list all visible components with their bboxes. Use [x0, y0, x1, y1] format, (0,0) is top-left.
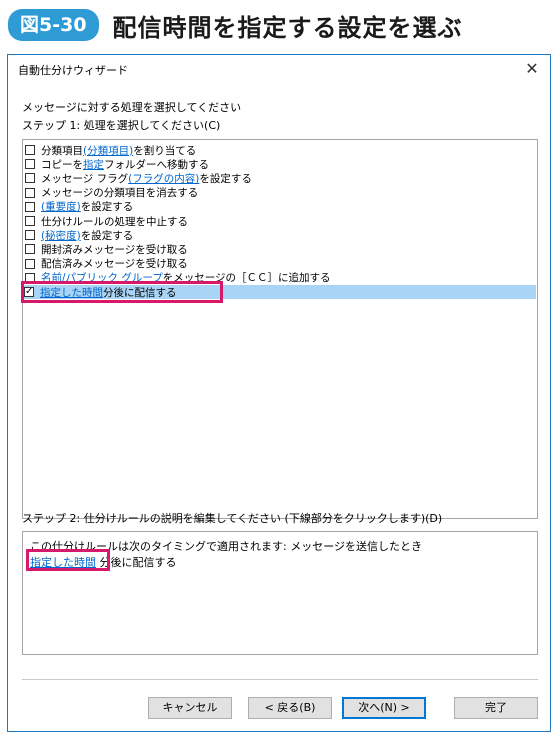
action-value-link[interactable]: (重要度): [41, 199, 81, 214]
figure-number-badge: 図5-30: [8, 9, 99, 41]
action-text: を割り当てる: [133, 144, 197, 157]
action-text: 開封済みメッセージを受け取る: [41, 243, 188, 256]
action-text: を設定する: [199, 172, 252, 185]
action-checkbox[interactable]: [25, 187, 35, 198]
action-checkbox[interactable]: [25, 201, 35, 212]
instruction-text: メッセージに対する処理を選択してください: [22, 101, 242, 114]
action-checkbox[interactable]: [25, 216, 35, 226]
action-text: 分類項目: [41, 144, 83, 157]
figure-header: 図5-30 配信時間を指定する設定を選ぶ: [8, 6, 463, 44]
action-row[interactable]: メッセージの分類項目を消去する: [25, 186, 198, 200]
action-row[interactable]: (重要度) を設定する: [25, 200, 133, 214]
action-value-link[interactable]: (分類項目): [83, 143, 133, 158]
action-text: 配信済みメッセージを受け取る: [41, 258, 188, 271]
back-button[interactable]: < 戻る(B): [248, 697, 332, 719]
title-bar: 自動仕分けウィザード ✕: [8, 55, 550, 85]
window-title: 自動仕分けウィザード: [18, 64, 128, 77]
action-text: フォルダーへ移動する: [104, 158, 209, 171]
action-row[interactable]: 配信済みメッセージを受け取る: [25, 257, 188, 271]
action-checkbox[interactable]: [25, 145, 35, 155]
step1-label: ステップ 1: 処理を選択してください(C): [22, 119, 221, 132]
cancel-button[interactable]: キャンセル: [148, 697, 232, 719]
action-row[interactable]: (秘密度) を設定する: [25, 228, 133, 242]
action-row[interactable]: メッセージ フラグ (フラグの内容) を設定する: [25, 171, 252, 185]
action-text: コピーを: [41, 158, 83, 171]
action-checkbox[interactable]: [25, 258, 35, 269]
action-checkbox[interactable]: [25, 159, 35, 170]
rule-description-box: この仕分けルールは次のタイミングで適用されます: メッセージを送信したとき 指定…: [22, 531, 538, 655]
rules-wizard-dialog: 自動仕分けウィザード ✕ メッセージに対する処理を選択してください ステップ 1…: [7, 54, 551, 732]
action-row[interactable]: 分類項目 (分類項目) を割り当てる: [25, 143, 196, 157]
close-icon[interactable]: ✕: [520, 58, 544, 80]
action-row[interactable]: 開封済みメッセージを受け取る: [25, 242, 188, 256]
action-checkbox[interactable]: [25, 230, 35, 241]
highlight-box-selected-action: [21, 281, 223, 303]
action-row[interactable]: 仕分けルールの処理を中止する: [25, 214, 188, 228]
action-text: を設定する: [80, 201, 134, 214]
action-row[interactable]: コピーを 指定 フォルダーへ移動する: [25, 157, 209, 171]
figure-title: 配信時間を指定する設定を選ぶ: [112, 13, 463, 42]
action-text: メッセージの分類項目を消去する: [41, 187, 199, 200]
next-button[interactable]: 次へ(N) >: [342, 697, 426, 719]
step2-label: ステップ 2: 仕分けルールの説明を編集してください (下線部分をクリックします…: [22, 512, 443, 525]
separator: [22, 679, 538, 680]
action-text: メッセージ フラグ: [41, 172, 129, 185]
highlight-box-description: [26, 549, 110, 571]
action-value-link[interactable]: 指定: [83, 157, 104, 172]
action-text: を設定する: [80, 229, 134, 242]
action-value-link[interactable]: (フラグの内容): [128, 171, 199, 186]
action-checkbox[interactable]: [25, 244, 35, 255]
actions-listbox[interactable]: 分類項目 (分類項目) を割り当てる コピーを 指定 フォルダーへ移動する メッセー…: [21, 139, 538, 519]
finish-button[interactable]: 完了: [454, 697, 538, 719]
action-checkbox[interactable]: [25, 173, 35, 184]
action-text: 仕分けルールの処理を中止する: [41, 215, 188, 228]
action-value-link[interactable]: (秘密度): [41, 228, 81, 243]
